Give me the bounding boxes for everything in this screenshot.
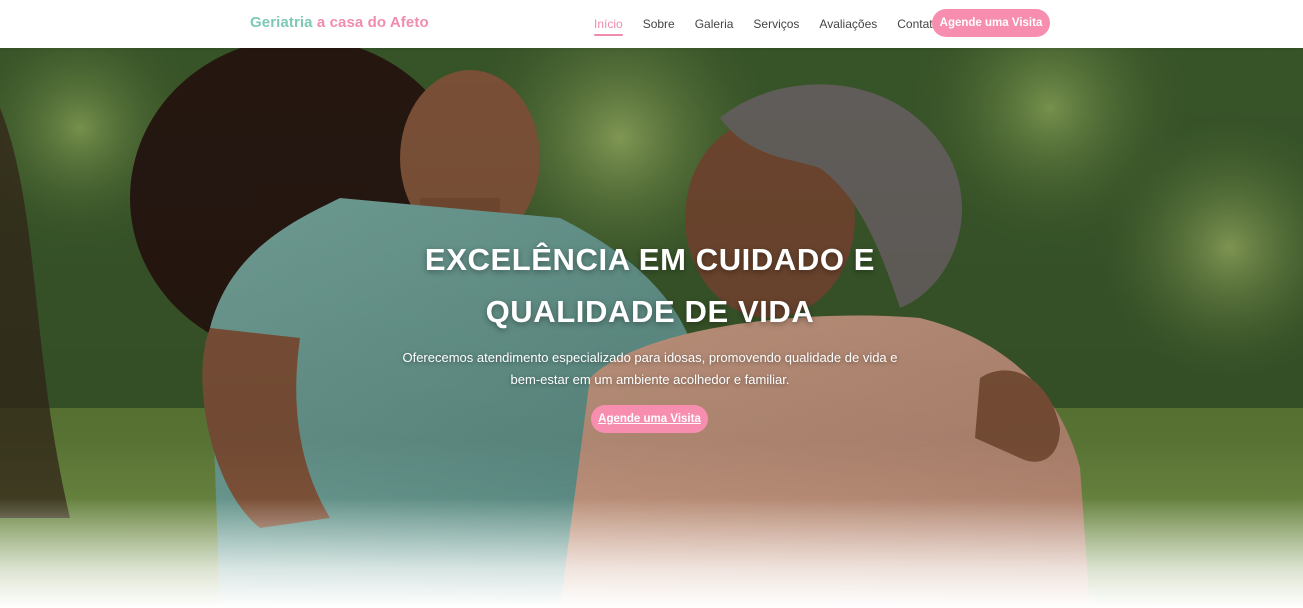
hero-subtitle-line2: bem-estar em um ambiente acolhedor e fam…: [510, 372, 790, 387]
brand-logo[interactable]: Geriatria a casa do Afeto: [250, 14, 429, 31]
hero-subtitle-line1: Oferecemos atendimento especializado par…: [402, 350, 898, 365]
brand-name-part2: a casa do Afeto: [316, 14, 429, 31]
site-header: Geriatria a casa do Afeto Início Sobre G…: [0, 0, 1303, 48]
main-nav: Início Sobre Galeria Serviços Avaliações…: [594, 0, 939, 48]
hero-title: EXCELÊNCIA EM CUIDADO E QUALIDADE DE VID…: [300, 234, 1000, 338]
hero-section: EXCELÊNCIA EM CUIDADO E QUALIDADE DE VID…: [0, 48, 1303, 608]
hero-title-line1: EXCELÊNCIA EM CUIDADO E: [424, 242, 876, 277]
nav-item-avaliacoes[interactable]: Avaliações: [819, 17, 877, 31]
nav-item-galeria[interactable]: Galeria: [695, 17, 734, 31]
nav-item-servicos[interactable]: Serviços: [753, 17, 799, 31]
hero-subtitle: Oferecemos atendimento especializado par…: [385, 347, 915, 391]
hero-title-line2: QUALIDADE DE VIDA: [485, 294, 815, 329]
nav-item-sobre[interactable]: Sobre: [643, 17, 675, 31]
hero-content: EXCELÊNCIA EM CUIDADO E QUALIDADE DE VID…: [0, 48, 1303, 608]
nav-item-inicio[interactable]: Início: [594, 17, 623, 36]
header-schedule-visit-button[interactable]: Agende uma Visita: [932, 9, 1050, 37]
brand-name-part1: Geriatria: [250, 14, 313, 31]
hero-schedule-visit-button[interactable]: Agende uma Visita: [591, 405, 708, 433]
